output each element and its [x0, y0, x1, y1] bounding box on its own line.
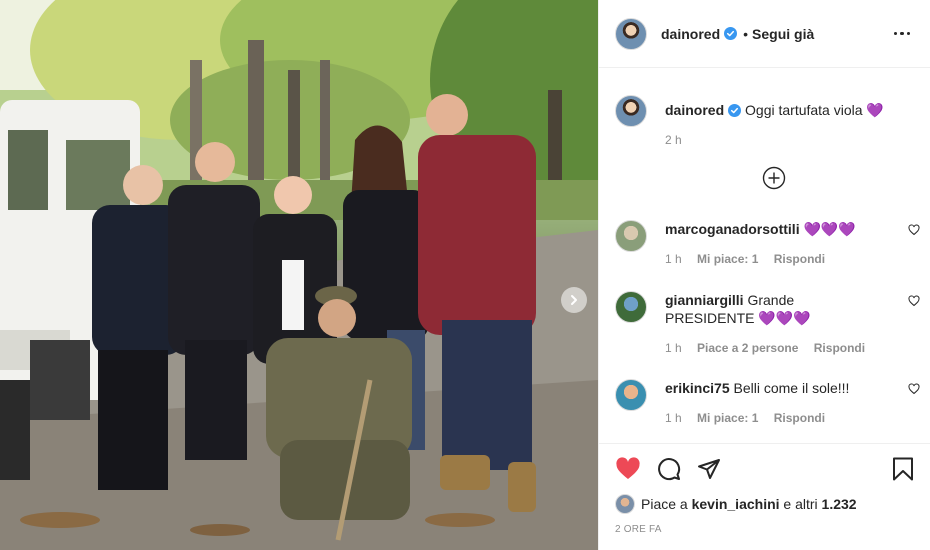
load-more-comments-button[interactable] — [762, 166, 786, 195]
liker-username[interactable]: kevin_iachini — [692, 496, 780, 512]
share-button[interactable] — [697, 457, 721, 481]
share-icon — [698, 459, 720, 479]
comment-button[interactable] — [657, 457, 681, 481]
comment-likes[interactable]: Mi piace: 1 — [697, 252, 758, 266]
bookmark-icon — [893, 457, 913, 481]
comment-time: 1 h — [665, 411, 682, 425]
plus-circle-icon — [762, 166, 786, 190]
caption-text: Oggi tartufata viola 💜 — [745, 102, 884, 118]
post-photo[interactable] — [0, 0, 598, 550]
commenter-avatar[interactable] — [615, 291, 647, 323]
comments-section[interactable]: dainored Oggi tartufata viola 💜 2 h marc… — [599, 69, 930, 443]
more-options-icon[interactable] — [890, 28, 915, 40]
comment-text: 💜💜💜 — [803, 221, 856, 237]
post-header: dainored • Segui già — [599, 0, 930, 68]
commenter-avatar[interactable] — [615, 220, 647, 252]
likes-summary[interactable]: Piace a kevin_iachini e altri 1.232 — [599, 494, 930, 514]
verified-badge-icon — [728, 104, 742, 117]
comment-username[interactable]: gianniargilli — [665, 292, 744, 308]
reply-button[interactable]: Rispondi — [814, 341, 865, 355]
heart-outline-icon[interactable] — [908, 224, 920, 236]
next-photo-button[interactable] — [561, 287, 587, 313]
comment-time: 1 h — [665, 341, 682, 355]
comment-text: Belli come il sole!!! — [733, 380, 850, 396]
follow-button[interactable]: Segui già — [752, 26, 814, 42]
likes-prefix: Piace a — [641, 496, 688, 512]
author-avatar[interactable] — [615, 17, 647, 50]
commenter-avatar[interactable] — [615, 379, 647, 411]
verified-badge-icon — [724, 27, 738, 40]
photo-scene — [0, 0, 598, 550]
like-button[interactable] — [615, 457, 641, 481]
heart-outline-icon[interactable] — [908, 383, 920, 395]
comment-username[interactable]: marcoganadorsottili — [665, 221, 800, 237]
likes-count[interactable]: 1.232 — [822, 496, 857, 512]
comment-likes[interactable]: Piace a 2 persone — [697, 341, 798, 355]
comment-likes[interactable]: Mi piace: 1 — [697, 411, 758, 425]
heart-filled-icon — [616, 457, 640, 479]
caption-time: 2 h — [665, 133, 682, 147]
heart-outline-icon[interactable] — [908, 295, 920, 307]
post-sidebar: dainored • Segui già dainored Oggi tartu… — [598, 0, 930, 550]
save-button[interactable] — [892, 457, 914, 481]
post-actions: Piace a kevin_iachini e altri 1.232 2 or… — [599, 443, 930, 535]
caption-username[interactable]: dainored — [665, 102, 724, 118]
author-avatar[interactable] — [615, 95, 647, 127]
liker-avatar[interactable] — [615, 494, 635, 514]
post-timestamp: 2 ore fa — [615, 524, 662, 535]
chevron-right-icon — [571, 295, 577, 305]
separator-dot: • — [743, 25, 749, 42]
reply-button[interactable]: Rispondi — [774, 252, 825, 266]
comment-icon — [658, 458, 681, 481]
comment-time: 1 h — [665, 252, 682, 266]
comment-username[interactable]: erikinci75 — [665, 380, 730, 396]
likes-suffix: e altri — [783, 496, 818, 512]
author-username[interactable]: dainored — [661, 26, 720, 42]
reply-button[interactable]: Rispondi — [774, 411, 825, 425]
